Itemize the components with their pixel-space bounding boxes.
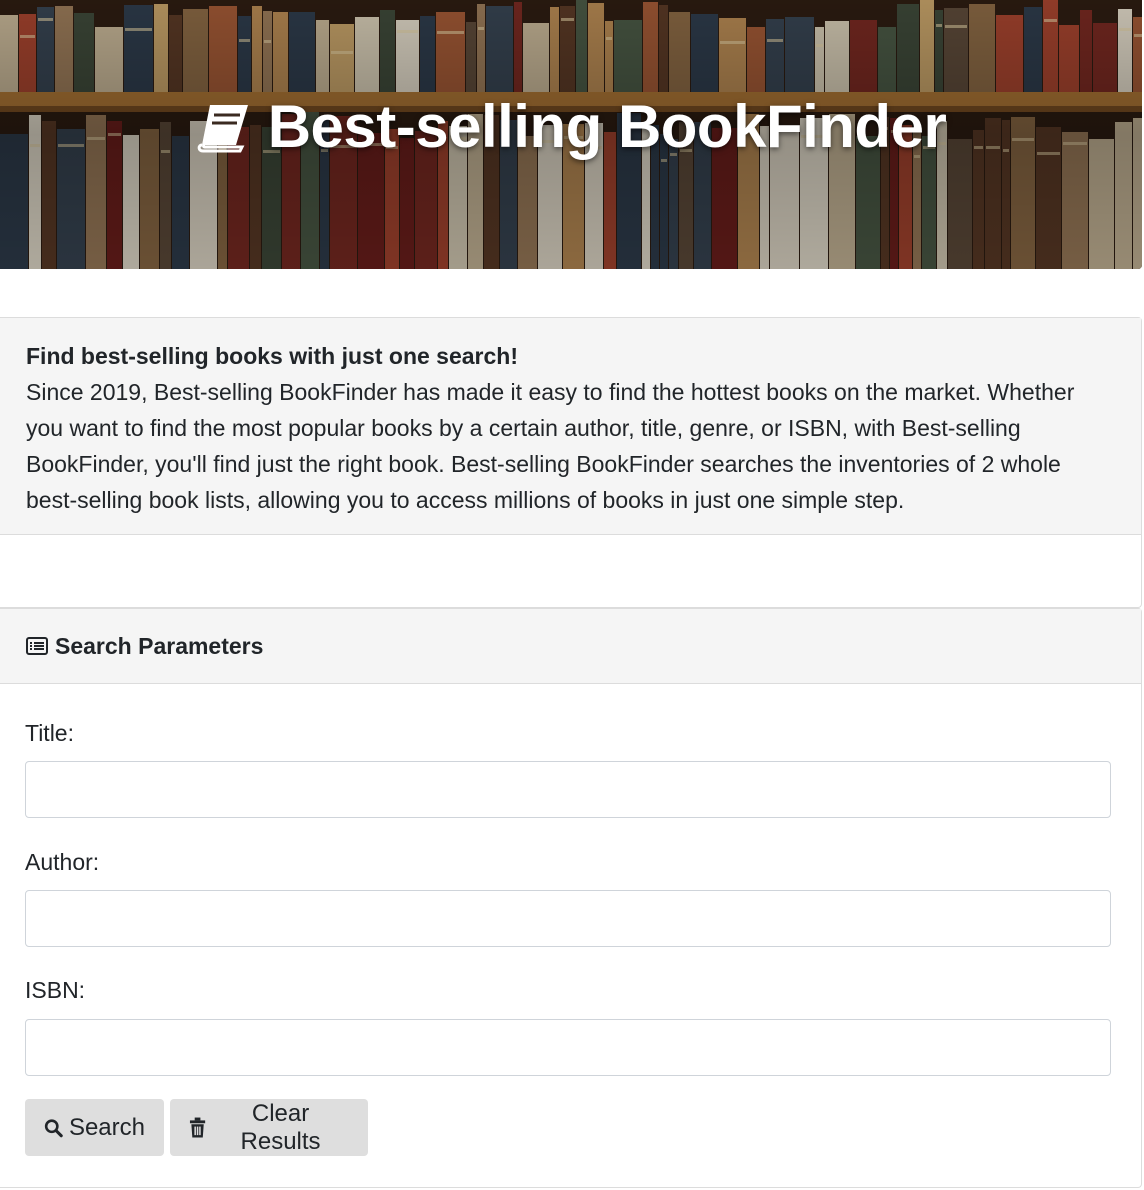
author-label: Author: bbox=[25, 849, 100, 875]
hero-banner: Best-selling BookFinder bbox=[0, 0, 1142, 269]
title-input[interactable] bbox=[25, 761, 1111, 818]
intro-heading: Find best-selling books with just one se… bbox=[26, 343, 519, 369]
page-title-text: Best-selling BookFinder bbox=[267, 93, 947, 160]
clear-results-button[interactable]: Clear Results bbox=[170, 1099, 368, 1156]
search-parameters-header: Search Parameters bbox=[0, 609, 1141, 684]
search-icon bbox=[44, 1118, 63, 1137]
trash-icon bbox=[189, 1117, 206, 1138]
list-icon bbox=[26, 637, 48, 655]
author-input[interactable] bbox=[25, 890, 1111, 947]
search-parameters-title: Search Parameters bbox=[55, 632, 264, 659]
clear-results-button-label: Clear Results bbox=[240, 1099, 321, 1155]
isbn-input[interactable] bbox=[25, 1019, 1111, 1076]
intro-panel: Find best-selling books with just one se… bbox=[0, 318, 1141, 535]
search-button[interactable]: Search bbox=[25, 1099, 164, 1156]
search-parameters-card: Search Parameters Title: Author: ISBN: S… bbox=[0, 608, 1142, 1188]
book-icon bbox=[197, 104, 248, 152]
search-button-label: Search bbox=[68, 1113, 145, 1141]
intro-description: Since 2019, Best-selling BookFinder has … bbox=[26, 379, 1075, 513]
page-title: Best-selling BookFinder bbox=[0, 92, 1142, 161]
isbn-label: ISBN: bbox=[25, 977, 86, 1003]
title-label: Title: bbox=[25, 720, 74, 746]
intro-card: Find best-selling books with just one se… bbox=[0, 317, 1142, 608]
